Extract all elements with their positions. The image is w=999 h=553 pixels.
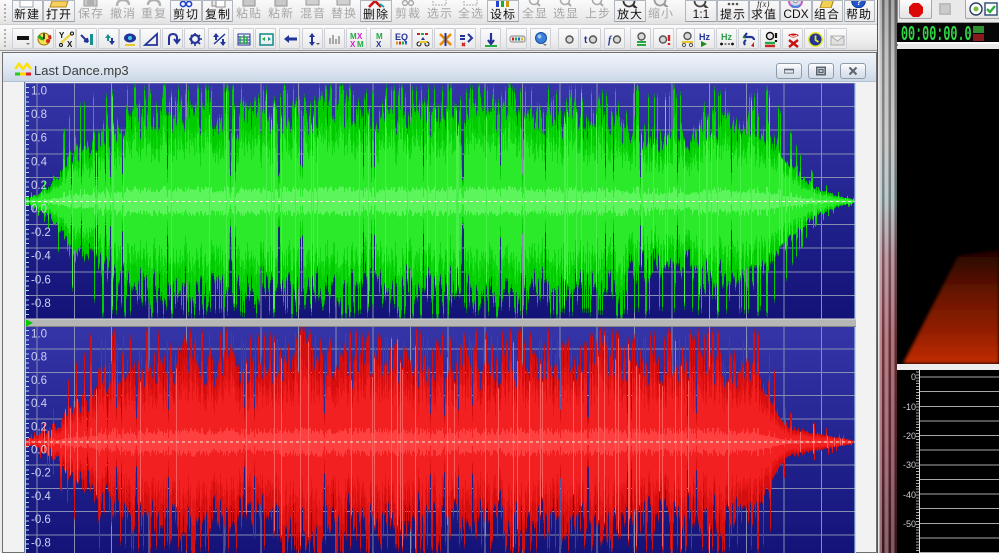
svg-text:1.0: 1.0 bbox=[31, 86, 47, 98]
svg-text:0.6: 0.6 bbox=[31, 133, 47, 145]
svg-text:X: X bbox=[376, 40, 382, 48]
svg-text:f(x): f(x) bbox=[757, 1, 770, 8]
svg-text:0: 0 bbox=[911, 372, 916, 382]
svg-text:-20: -20 bbox=[903, 431, 916, 441]
svg-text:0.8: 0.8 bbox=[31, 352, 47, 364]
svg-text:Y: Y bbox=[59, 31, 65, 40]
svg-text:-0.2: -0.2 bbox=[31, 227, 51, 239]
svg-text:-0.6: -0.6 bbox=[31, 514, 51, 526]
svg-text:X: X bbox=[350, 40, 356, 48]
svg-text:-40: -40 bbox=[903, 490, 916, 500]
svg-text:-0.4: -0.4 bbox=[31, 251, 51, 263]
svg-text:X: X bbox=[67, 40, 73, 48]
svg-text:-10: -10 bbox=[903, 402, 916, 412]
svg-text:0.8: 0.8 bbox=[31, 109, 47, 121]
svg-text:Hz: Hz bbox=[721, 32, 732, 42]
svg-text:0.2: 0.2 bbox=[31, 421, 47, 433]
svg-text:-0.6: -0.6 bbox=[31, 274, 51, 286]
svg-text:0.0: 0.0 bbox=[31, 204, 47, 216]
svg-text:0.2: 0.2 bbox=[31, 180, 47, 192]
svg-text:0.4: 0.4 bbox=[31, 398, 48, 410]
svg-text:Hz: Hz bbox=[699, 32, 710, 42]
svg-text:f: f bbox=[608, 35, 613, 46]
svg-text:-0.8: -0.8 bbox=[31, 537, 51, 549]
svg-text:-50: -50 bbox=[903, 519, 916, 529]
svg-text:t: t bbox=[584, 35, 588, 46]
svg-text:EQ: EQ bbox=[395, 32, 408, 42]
svg-text:0.0: 0.0 bbox=[31, 445, 47, 457]
svg-text:-0.4: -0.4 bbox=[31, 491, 51, 503]
svg-text:-0.2: -0.2 bbox=[31, 468, 51, 480]
svg-text:?: ? bbox=[856, 1, 862, 7]
svg-text:-30: -30 bbox=[903, 460, 916, 470]
svg-text:0.6: 0.6 bbox=[31, 375, 47, 387]
svg-text:M: M bbox=[357, 40, 364, 48]
svg-text:1.0: 1.0 bbox=[31, 329, 47, 341]
svg-text:-0.8: -0.8 bbox=[31, 298, 51, 310]
svg-text:0.4: 0.4 bbox=[31, 156, 48, 168]
